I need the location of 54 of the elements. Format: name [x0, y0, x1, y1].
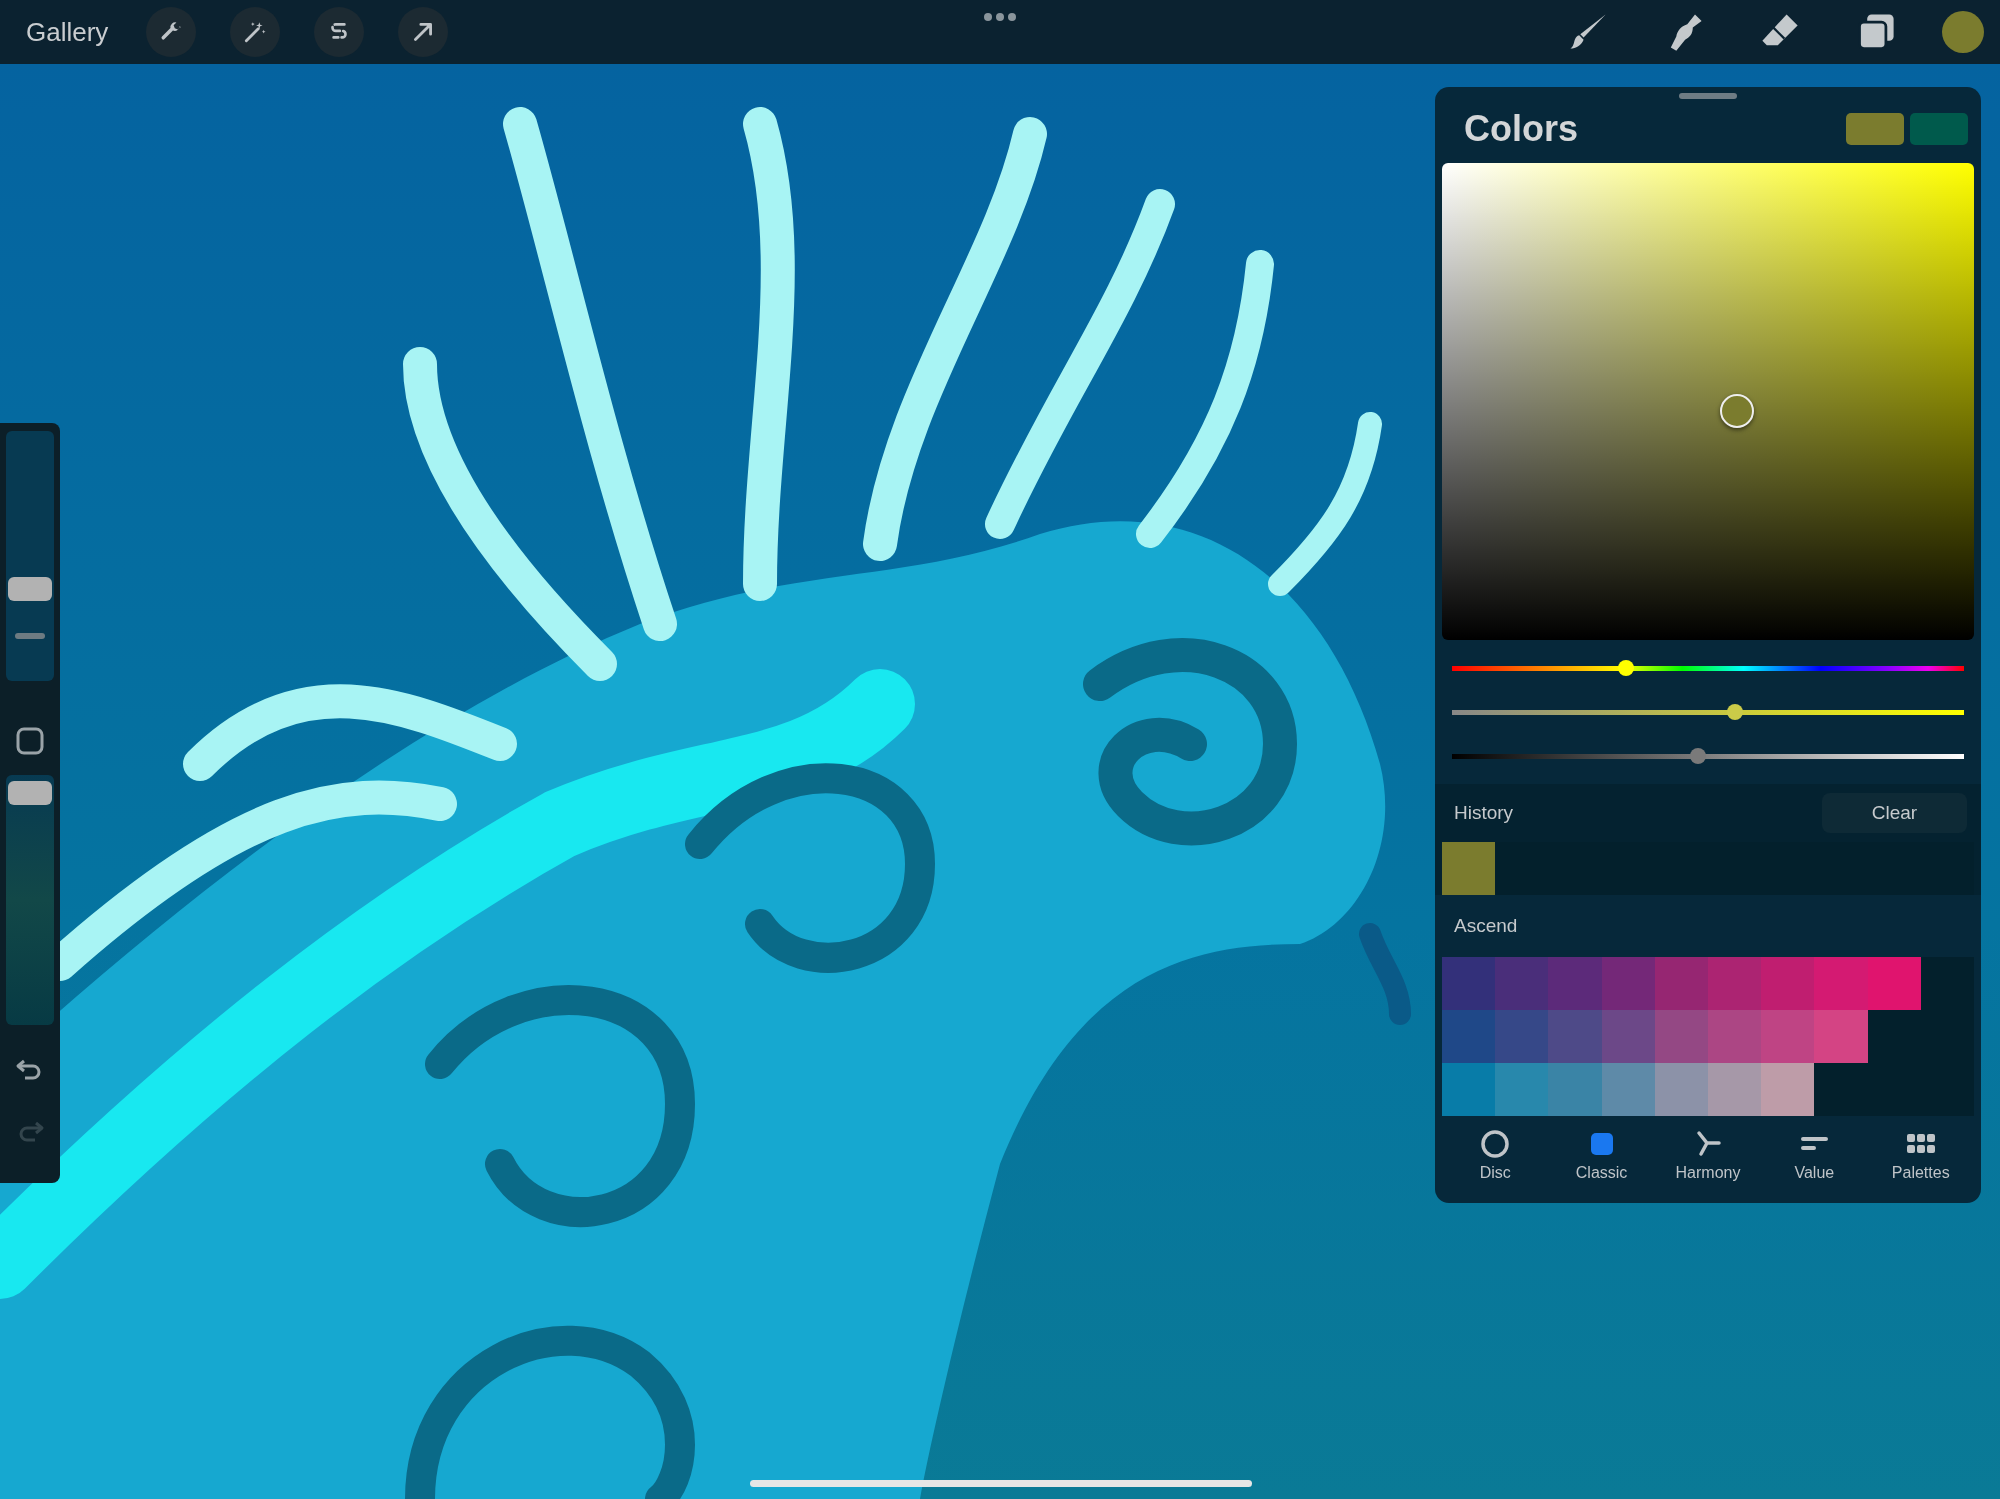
mode-tab[interactable]: Harmony — [1657, 1128, 1758, 1182]
color-swatch[interactable] — [1548, 1063, 1602, 1116]
color-swatch[interactable] — [1548, 957, 1602, 1010]
circle-icon — [1479, 1128, 1512, 1160]
color-swatch[interactable] — [1867, 957, 1921, 1010]
color-picker-square[interactable] — [1442, 163, 1974, 640]
more-icon[interactable] — [983, 12, 1017, 22]
secondary-color-swatch[interactable] — [1910, 113, 1968, 145]
grabber-handle[interactable] — [1679, 93, 1737, 99]
color-swatch[interactable] — [1495, 957, 1549, 1010]
mode-tab[interactable]: Classic — [1551, 1128, 1652, 1182]
gallery-button[interactable]: Gallery — [26, 16, 109, 48]
color-swatch[interactable] — [1495, 1010, 1549, 1063]
color-swatch[interactable] — [1442, 957, 1496, 1010]
palette-name: Ascend — [1453, 914, 1519, 938]
mode-tab[interactable]: Value — [1764, 1128, 1865, 1182]
color-swatch[interactable] — [1814, 1010, 1868, 1063]
color-swatch[interactable] — [1761, 957, 1815, 1010]
selection-icon[interactable] — [314, 7, 365, 57]
brush-size-slider[interactable] — [6, 431, 54, 681]
color-swatch[interactable] — [1654, 1063, 1708, 1116]
color-swatch[interactable] — [1708, 1063, 1762, 1116]
color-swatch[interactable] — [1814, 957, 1868, 1010]
mode-tab[interactable]: Disc — [1445, 1128, 1546, 1182]
slider-thumb[interactable] — [8, 576, 52, 601]
wrench-icon[interactable] — [146, 7, 197, 57]
color-swatch[interactable] — [1761, 1063, 1815, 1116]
color-swatch[interactable] — [1601, 957, 1655, 1010]
color-swatch[interactable] — [1495, 1063, 1549, 1116]
color-swatch[interactable] — [1761, 1010, 1815, 1063]
slider-thumb[interactable] — [1727, 704, 1744, 720]
color-swatch[interactable] — [1548, 1010, 1602, 1063]
magic-wand-icon[interactable] — [230, 7, 281, 57]
mode-tab[interactable]: Palettes — [1870, 1128, 1971, 1182]
color-swatch[interactable] — [1654, 957, 1708, 1010]
color-swatch[interactable] — [1442, 842, 1496, 895]
slider-thumb[interactable] — [1690, 748, 1707, 764]
color-swatch[interactable] — [1442, 1063, 1496, 1116]
primary-color-swatch[interactable] — [1846, 113, 1904, 145]
color-swatch[interactable] — [1708, 1010, 1762, 1063]
opacity-slider[interactable] — [6, 775, 54, 1025]
color-swatch[interactable] — [1601, 1063, 1655, 1116]
panel-title: Colors — [1464, 108, 1578, 150]
color-swatch[interactable] — [1442, 1010, 1496, 1063]
color-button[interactable] — [1942, 11, 1984, 53]
picker-handle[interactable] — [1720, 394, 1755, 429]
slider-thumb[interactable] — [8, 780, 52, 805]
minus-icon — [15, 632, 45, 639]
color-swatch[interactable] — [1708, 957, 1762, 1010]
slider-thumb[interactable] — [1618, 660, 1635, 676]
color-swatch[interactable] — [1601, 1010, 1655, 1063]
section-label: History — [1454, 802, 1514, 824]
clear-button[interactable]: Clear — [1822, 793, 1967, 833]
color-swatch[interactable] — [1654, 1010, 1708, 1063]
